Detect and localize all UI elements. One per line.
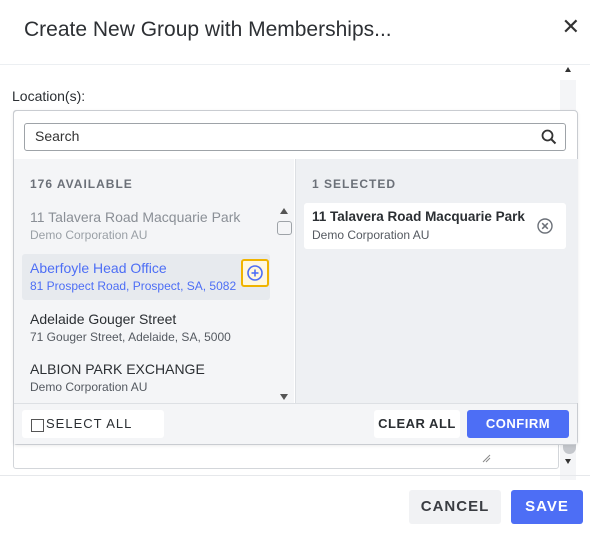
available-item-sub: 81 Prospect Road, Prospect, SA, 5082 xyxy=(30,279,237,293)
available-item-sub: 71 Gouger Street, Adelaide, SA, 5000 xyxy=(30,330,231,344)
select-all-label: SELECT ALL xyxy=(46,416,133,431)
available-item-name: 11 Talavera Road Macquarie Park xyxy=(30,209,241,225)
available-item-sub: Demo Corporation AU xyxy=(30,228,148,242)
list-scroll-thumb[interactable] xyxy=(277,221,292,235)
available-item[interactable]: Adelaide Gouger Street 71 Gouger Street,… xyxy=(22,305,270,351)
remove-circle-icon[interactable] xyxy=(536,217,554,235)
selected-item-sub: Demo Corporation AU xyxy=(312,228,430,242)
selected-item-name: 11 Talavera Road Macquarie Park xyxy=(312,209,525,224)
location-label: Location(s): xyxy=(12,88,86,104)
resize-grip-icon[interactable] xyxy=(482,454,491,463)
modal-header: Create New Group with Memberships... ✕ xyxy=(0,0,590,65)
list-scroll-up-icon[interactable] xyxy=(280,208,288,214)
search-input[interactable] xyxy=(35,128,515,144)
confirm-button[interactable]: CONFIRM xyxy=(467,410,569,438)
location-picker: 176 AVAILABLE 11 Talavera Road Macquarie… xyxy=(13,110,578,445)
selected-heading: 1 SELECTED xyxy=(312,177,397,191)
available-item[interactable]: ALBION PARK EXCHANGE Demo Corporation AU xyxy=(22,355,270,401)
selected-column: 1 SELECTED 11 Talavera Road Macquarie Pa… xyxy=(295,159,578,403)
available-item-sub: Demo Corporation AU xyxy=(30,380,148,394)
list-scroll-down-icon[interactable] xyxy=(280,394,288,400)
close-icon[interactable]: ✕ xyxy=(562,14,580,40)
available-heading: 176 AVAILABLE xyxy=(30,177,133,191)
add-item-button[interactable] xyxy=(241,259,269,287)
search-icon[interactable] xyxy=(541,129,557,145)
available-item-name: Aberfoyle Head Office xyxy=(30,260,167,276)
footer-divider xyxy=(0,475,590,476)
checkbox-icon[interactable] xyxy=(31,419,44,432)
available-item-name: Adelaide Gouger Street xyxy=(30,311,177,327)
search-box[interactable] xyxy=(24,123,566,151)
save-button[interactable]: SAVE xyxy=(511,490,583,524)
select-all-toggle[interactable]: SELECT ALL xyxy=(22,410,164,438)
modal-title: Create New Group with Memberships... xyxy=(24,18,392,41)
add-circle-icon xyxy=(247,265,263,281)
clear-all-button[interactable]: CLEAR ALL xyxy=(374,410,460,438)
body-scroll-down-icon[interactable] xyxy=(565,459,571,464)
cancel-button[interactable]: CANCEL xyxy=(409,490,501,524)
available-item-name: ALBION PARK EXCHANGE xyxy=(30,361,205,377)
selected-item: 11 Talavera Road Macquarie Park Demo Cor… xyxy=(304,203,566,249)
body-scroll-up-icon[interactable] xyxy=(565,67,571,72)
picker-footer: SELECT ALL CLEAR ALL CONFIRM xyxy=(14,403,577,444)
available-column: 176 AVAILABLE 11 Talavera Road Macquarie… xyxy=(14,159,294,403)
available-item[interactable]: Aberfoyle Head Office 81 Prospect Road, … xyxy=(22,254,270,300)
available-item: 11 Talavera Road Macquarie Park Demo Cor… xyxy=(22,203,270,249)
